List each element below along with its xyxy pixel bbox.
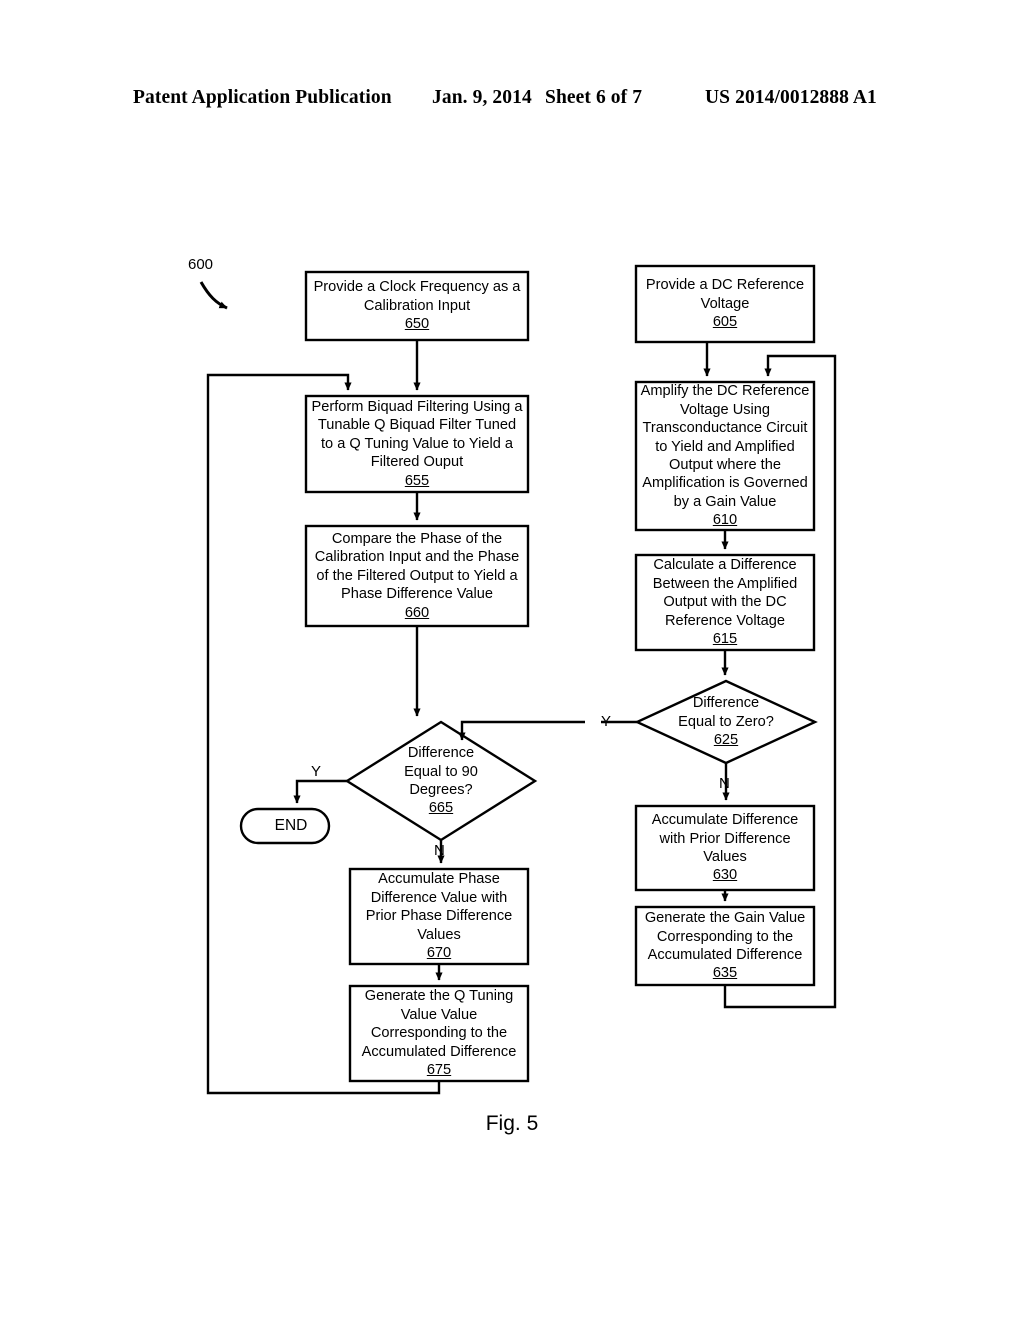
node-diamond-665 [344, 720, 538, 842]
node-box-610 [634, 380, 816, 532]
node-box-670 [348, 867, 530, 966]
figure-caption: Fig. 5 [485, 1112, 539, 1135]
edge-625-yes-to-665 [462, 720, 637, 740]
node-box-660 [304, 524, 530, 628]
node-box-675 [348, 984, 530, 1083]
node-box-635 [634, 905, 816, 987]
edge-665-yes-to-end [293, 779, 347, 804]
node-box-615 [634, 553, 816, 652]
node-box-630 [634, 804, 816, 892]
node-box-605 [634, 264, 816, 344]
node-terminator-end [239, 807, 331, 845]
diagram-ref-arrow [199, 281, 228, 310]
node-box-650 [304, 270, 530, 342]
patent-figure-page: Patent Application Publication Jan. 9, 2… [0, 0, 1024, 1320]
node-diamond-625 [634, 679, 818, 765]
edge-635-feedback-to-610 [723, 354, 837, 1009]
node-box-655 [304, 394, 530, 494]
